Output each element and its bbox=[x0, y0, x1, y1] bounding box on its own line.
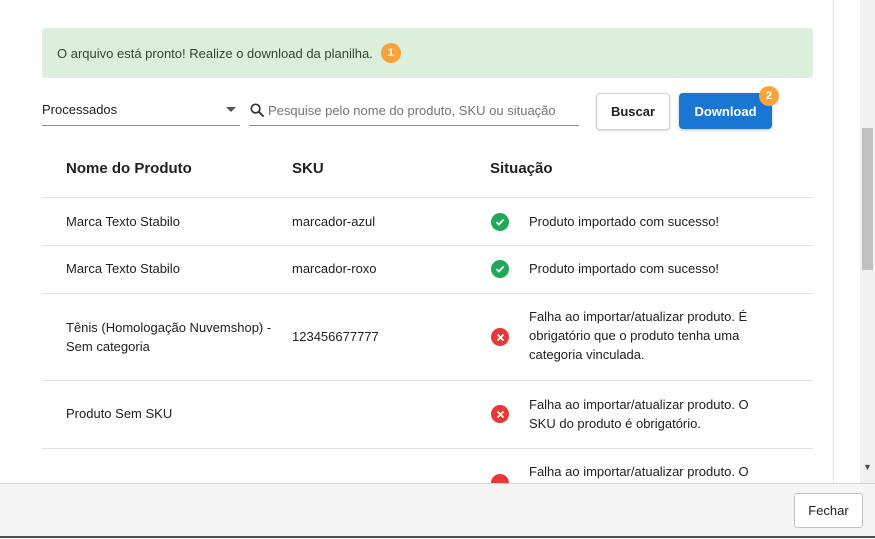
product-sku: marcador-roxo bbox=[292, 261, 377, 276]
column-header-sku: SKU bbox=[292, 160, 324, 177]
product-name: Tênis (Homologação Nuvemshop) - Sem cate… bbox=[66, 320, 272, 354]
check-circle-icon bbox=[491, 213, 509, 231]
step-badge-2: 2 bbox=[759, 86, 779, 106]
row-divider bbox=[42, 197, 813, 198]
row-divider bbox=[42, 448, 813, 449]
product-name: Produto Sem SKU bbox=[66, 406, 173, 421]
x-circle-icon bbox=[491, 405, 509, 423]
product-sku: 123456677777 bbox=[292, 329, 379, 344]
close-button[interactable]: Fechar bbox=[794, 493, 863, 528]
status-message: Falha ao importar/atualizar produto. O bbox=[529, 464, 749, 479]
status-filter-select[interactable]: Processados bbox=[42, 95, 240, 126]
step-badge-1: 1 bbox=[380, 43, 401, 63]
search-field[interactable] bbox=[249, 95, 579, 126]
chevron-down-icon bbox=[226, 107, 236, 112]
x-circle-icon bbox=[491, 328, 509, 346]
column-header-status: Situação bbox=[490, 160, 553, 177]
search-icon bbox=[250, 103, 264, 117]
status-message: Falha ao importar/atualizar produto. O S… bbox=[529, 397, 749, 431]
download-button[interactable]: Download bbox=[679, 93, 772, 129]
search-input[interactable] bbox=[268, 99, 576, 121]
scroll-down-arrow-icon[interactable]: ▼ bbox=[863, 462, 872, 472]
product-name: Marca Texto Stabilo bbox=[66, 214, 180, 229]
scrollbar-thumb[interactable] bbox=[862, 128, 873, 270]
search-button[interactable]: Buscar bbox=[596, 93, 670, 130]
row-divider bbox=[42, 245, 813, 246]
column-header-name: Nome do Produto bbox=[66, 160, 192, 177]
product-sku: marcador-azul bbox=[292, 214, 376, 229]
alert-message: O arquivo está pronto! Realize o downloa… bbox=[57, 45, 373, 61]
row-divider bbox=[42, 293, 813, 294]
status-message: Produto importado com sucesso! bbox=[529, 261, 720, 276]
check-circle-icon bbox=[491, 260, 509, 278]
x-circle-icon bbox=[491, 474, 509, 483]
vertical-scrollbar[interactable]: ▼ bbox=[860, 0, 875, 483]
product-name: Marca Texto Stabilo bbox=[66, 261, 180, 276]
import-dialog-content: O arquivo está pronto! Realize o downloa… bbox=[0, 0, 834, 483]
status-filter-value: Processados bbox=[42, 102, 118, 117]
status-message: Produto importado com sucesso! bbox=[529, 214, 720, 229]
status-message: Falha ao importar/atualizar produto. É o… bbox=[529, 309, 748, 362]
dialog-footer: Fechar bbox=[0, 483, 875, 539]
success-alert: O arquivo está pronto! Realize o downloa… bbox=[42, 28, 813, 78]
row-divider bbox=[42, 380, 813, 381]
